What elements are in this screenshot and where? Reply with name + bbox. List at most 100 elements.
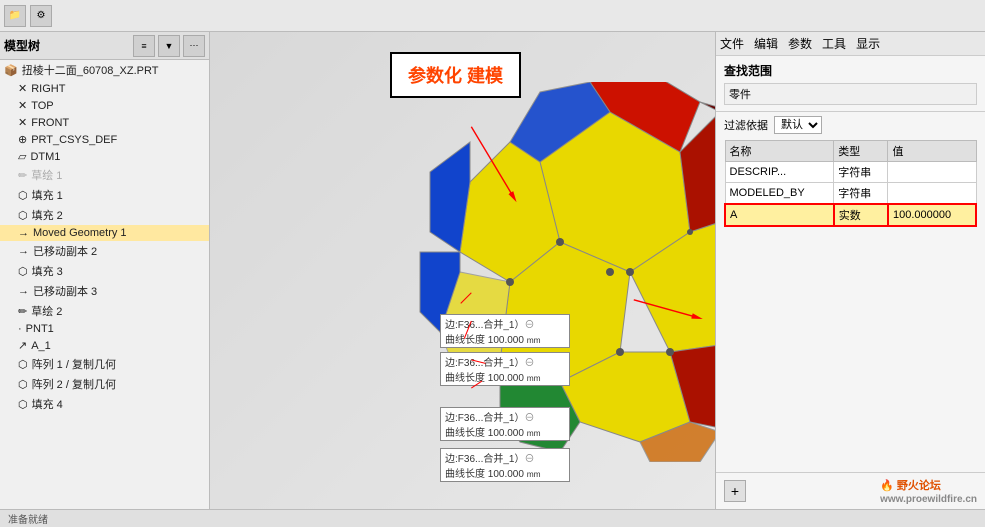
param-cell-type-0: 字符串 xyxy=(834,162,888,183)
tree-item-movedcopy3[interactable]: → 已移动副本 3 xyxy=(0,281,209,301)
tree-item-top[interactable]: ✕ TOP xyxy=(0,97,209,114)
tree-item-fill4[interactable]: ⬡填充 4 xyxy=(0,394,209,414)
settings-icon[interactable]: ⚙ xyxy=(30,5,52,27)
right-menubar: 文件 编辑 参数 工具 显示 xyxy=(716,32,985,56)
tree-icon-fill3: ⬡ xyxy=(18,265,28,278)
tree-icon-movedcopy3: → xyxy=(18,285,29,297)
menu-file[interactable]: 文件 xyxy=(720,35,744,52)
tree-item-array1[interactable]: ⬡阵列 1 / 复制几何 xyxy=(0,354,209,374)
status-bar: 准备就绪 xyxy=(0,509,985,527)
center-viewport: 参数化 建模 xyxy=(210,32,715,509)
param-row-0[interactable]: DESCRIP...字符串 xyxy=(725,162,976,183)
folder-icon[interactable]: 📁 xyxy=(4,5,26,27)
param-cell-value-2: 100.000000 xyxy=(888,204,976,226)
params-table: 名称 类型 值 DESCRIP...字符串MODELED_BY字符串A实数100… xyxy=(724,140,977,227)
top-toolbar: 📁 ⚙ xyxy=(0,0,985,32)
dim-label-left-3: 边:F36...合并_1）⊖ 曲线长度 100.000 mm xyxy=(440,407,570,441)
tree-item-pnt1[interactable]: · PNT1 xyxy=(0,321,209,337)
filter-label: 过滤依据 xyxy=(724,117,768,133)
tree-label-root: 扭棱十二面_60708_XZ.PRT xyxy=(22,62,159,78)
tree-item-movedcopy2[interactable]: → 已移动副本 2 xyxy=(0,241,209,261)
param-cell-name-0: DESCRIP... xyxy=(725,162,834,183)
tree-tool-3[interactable]: ⋯ xyxy=(183,35,205,57)
tree-item-right[interactable]: ✕RIGHT xyxy=(0,80,209,97)
left-panel: 模型树 ≡ ▼ ⋯ 📦扭棱十二面_60708_XZ.PRT✕RIGHT✕TOP✕… xyxy=(0,32,210,509)
tree-icon-pnt1: · xyxy=(18,323,22,335)
search-value: 零件 xyxy=(724,83,977,105)
tree-toolbar: 模型树 ≡ ▼ ⋯ xyxy=(0,32,209,60)
dim-label-left-2: 边:F36...合并_1）⊖ 曲线长度 100.000 mm xyxy=(440,352,570,386)
tree-item-movegeo1[interactable]: → Moved Geometry 1 xyxy=(0,225,209,241)
filter-row: 过滤依据 默认 全部 xyxy=(724,116,977,134)
menu-tools[interactable]: 工具 xyxy=(822,35,846,52)
param-cell-value-1 xyxy=(888,183,976,205)
tree-item-sketch1[interactable]: ✏草绘 1 xyxy=(0,165,209,185)
tree-label-fill1: 填充 1 xyxy=(32,187,63,203)
tree-label-a1: A_1 xyxy=(31,340,51,352)
tree-item-dtm1[interactable]: ▱ DTM1 xyxy=(0,148,209,165)
menu-display[interactable]: 显示 xyxy=(856,35,880,52)
tree-item-sketch2[interactable]: ✏ 草绘 2 xyxy=(0,301,209,321)
tree-icon-movedcopy2: → xyxy=(18,245,29,257)
menu-edit[interactable]: 编辑 xyxy=(754,35,778,52)
tree-item-front[interactable]: ✕ FRONT xyxy=(0,114,209,131)
tree-label-sketch2: 草绘 2 xyxy=(31,303,62,319)
col-value: 值 xyxy=(888,141,976,162)
tree-label-movedcopy2: 已移动副本 2 xyxy=(33,243,97,259)
tree-label-dtm1: DTM1 xyxy=(30,151,60,163)
tree-item-root[interactable]: 📦扭棱十二面_60708_XZ.PRT xyxy=(0,60,209,80)
search-title: 查找范围 xyxy=(724,62,977,79)
tree-item-fill2[interactable]: ⬡ 填充 2 xyxy=(0,205,209,225)
tree-icon-array1: ⬡ xyxy=(18,358,28,371)
col-type: 类型 xyxy=(834,141,888,162)
tree-content: 📦扭棱十二面_60708_XZ.PRT✕RIGHT ✕ TOP ✕ FRONT ⊕ PRT_… xyxy=(0,60,209,509)
tree-icon-sketch1: ✏ xyxy=(18,169,27,182)
tree-label-front: FRONT xyxy=(31,117,69,129)
tree-tool-2[interactable]: ▼ xyxy=(158,35,180,57)
tree-item-fill1[interactable]: ⬡ 填充 1 xyxy=(0,185,209,205)
watermark-logo: 🔥 野火论坛 xyxy=(880,480,941,492)
param-row-2[interactable]: A实数100.000000 xyxy=(725,204,976,226)
tree-item-csys[interactable]: ⊕ PRT_CSYS_DEF xyxy=(0,131,209,148)
tree-label-right: RIGHT xyxy=(31,83,65,95)
tree-label-movegeo1: Moved Geometry 1 xyxy=(33,227,127,239)
tree-item-a1[interactable]: ↗A_1 xyxy=(0,337,209,354)
tree-item-array2[interactable]: ⬡ 阵列 2 / 复制几何 xyxy=(0,374,209,394)
filter-select[interactable]: 默认 全部 xyxy=(774,116,822,134)
tree-label-csys: PRT_CSYS_DEF xyxy=(31,134,117,146)
col-name: 名称 xyxy=(725,141,834,162)
tree-icon-top: ✕ xyxy=(18,99,27,112)
tree-label-fill3: 填充 3 xyxy=(32,263,63,279)
param-cell-type-1: 字符串 xyxy=(834,183,888,205)
dim-label-left-4: 边:F36...合并_1）⊖ 曲线长度 100.000 mm xyxy=(440,448,570,482)
3d-model xyxy=(410,82,715,462)
right-panel: 文件 编辑 参数 工具 显示 查找范围 零件 过滤依据 默认 全部 xyxy=(715,32,985,509)
watermark-url: www.proewildfire.cn xyxy=(880,494,977,505)
right-bottom: + 🔥 野火论坛 www.proewildfire.cn xyxy=(716,472,985,509)
tree-label-fill2: 填充 2 xyxy=(32,207,63,223)
param-cell-type-2: 实数 xyxy=(834,204,888,226)
tree-icon-dtm1: ▱ xyxy=(18,150,26,163)
tree-label-fill4: 填充 4 xyxy=(32,396,63,412)
tree-label-array2: 阵列 2 / 复制几何 xyxy=(32,376,116,392)
tree-label-pnt1: PNT1 xyxy=(26,323,54,335)
search-section: 查找范围 零件 xyxy=(716,56,985,112)
status-text: 准备就绪 xyxy=(8,511,48,526)
tree-icon-fill2: ⬡ xyxy=(18,209,28,222)
menu-params[interactable]: 参数 xyxy=(788,35,812,52)
tree-icon-csys: ⊕ xyxy=(18,133,27,146)
tree-label-top: TOP xyxy=(31,100,53,112)
tree-label-movedcopy3: 已移动副本 3 xyxy=(33,283,97,299)
tree-icon-sketch2: ✏ xyxy=(18,305,27,318)
tree-item-fill3[interactable]: ⬡ 填充 3 xyxy=(0,261,209,281)
tree-icon-array2: ⬡ xyxy=(18,378,28,391)
tree-tool-1[interactable]: ≡ xyxy=(133,35,155,57)
add-button[interactable]: + xyxy=(724,480,746,502)
tree-icon-movegeo1: → xyxy=(18,227,29,239)
tree-icon-fill1: ⬡ xyxy=(18,189,28,202)
param-row-1[interactable]: MODELED_BY字符串 xyxy=(725,183,976,205)
dim-label-left-1: 边:F36...合并_1）⊖ 曲线长度 100.000 mm xyxy=(440,314,570,348)
tree-icon-front: ✕ xyxy=(18,116,27,129)
main-area: 模型树 ≡ ▼ ⋯ 📦扭棱十二面_60708_XZ.PRT✕RIGHT✕TOP✕… xyxy=(0,32,985,509)
param-cell-value-0 xyxy=(888,162,976,183)
